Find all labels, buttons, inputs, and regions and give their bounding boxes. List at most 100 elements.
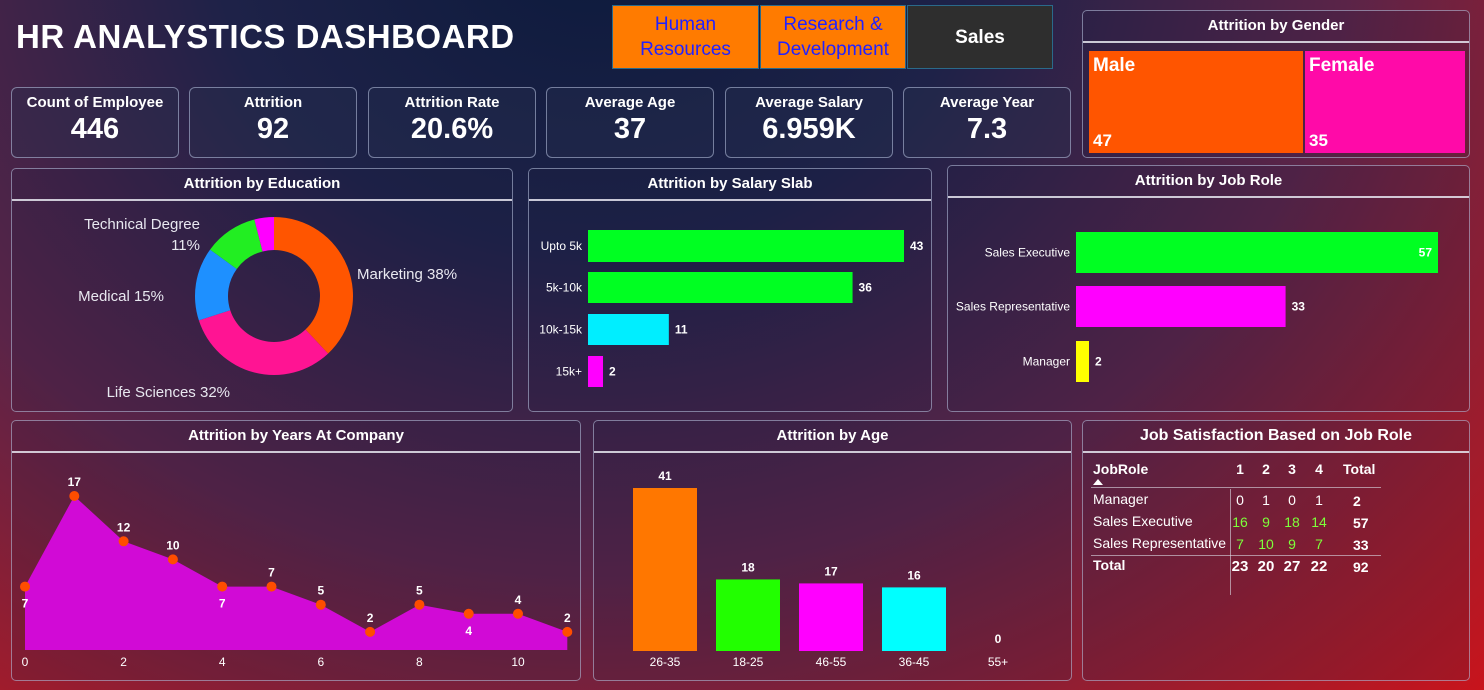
salary-bar [588, 272, 853, 303]
data-label: 4 [465, 624, 472, 638]
matrix-total-label: Total [1093, 557, 1126, 573]
x-tick-label: 8 [416, 655, 423, 669]
bar-value-label: 57 [1419, 246, 1433, 260]
data-label: 10 [166, 538, 180, 552]
area-marker [217, 581, 228, 592]
slicer-label: Human Resources [640, 14, 731, 60]
matrix-header-jobrole[interactable]: JobRole [1093, 461, 1148, 477]
sort-ascending-icon[interactable] [1093, 479, 1103, 485]
kpi-label: Average Year [939, 94, 1035, 111]
matrix-total-cell: 20 [1257, 558, 1275, 575]
gender-value: 35 [1309, 131, 1328, 150]
matrix-row-label[interactable]: Sales Executive [1093, 513, 1193, 529]
area-marker [118, 536, 129, 547]
x-tick-label: 0 [22, 655, 29, 669]
matrix-cell: 7 [1315, 536, 1323, 552]
matrix-cell: 9 [1288, 536, 1296, 552]
bar-category-label: Manager [1023, 355, 1070, 369]
kpi-label: Count of Employee [26, 94, 164, 111]
matrix-header-total[interactable]: Total [1343, 461, 1375, 477]
gender-panel: Attrition by Gender Male 47 Female 35 [1082, 10, 1470, 158]
kpi-value: 37 [613, 113, 647, 145]
gender-label: Female [1309, 55, 1375, 76]
slicer-sales[interactable]: Sales [907, 5, 1053, 69]
donut-slice [198, 310, 329, 375]
donut-slice [274, 217, 353, 354]
kpi-label: Average Age [584, 94, 676, 111]
bar-value-label: 18 [741, 560, 755, 574]
slicer-label: Sales [955, 26, 1005, 48]
panel-title: Attrition by Salary Slab [529, 169, 931, 201]
area-marker [463, 608, 474, 619]
kpi-attrition-rate: Attrition Rate 20.6% [368, 87, 536, 158]
matrix-total-divider [1091, 555, 1381, 556]
slicer-human-resources[interactable]: Human Resources [612, 5, 759, 69]
matrix-header-score[interactable]: 3 [1284, 461, 1300, 477]
salary-bar [588, 230, 904, 262]
bar-value-label: 33 [1292, 300, 1306, 314]
salary-bar [588, 314, 669, 345]
age-bar-chart: 41 26-35 18 18-25 17 46-55 16 36-45 0 55+ [633, 469, 1008, 669]
matrix-cell: 0 [1236, 492, 1244, 508]
kpi-value: 20.6% [410, 113, 494, 145]
bar-value-label: 41 [658, 469, 672, 483]
kpi-average-year: Average Year 7.3 [903, 87, 1071, 158]
bar-value-label: 17 [824, 564, 838, 578]
area-marker [365, 626, 376, 637]
area-marker [69, 490, 80, 501]
kpi-value: 6.959K [762, 113, 856, 145]
matrix-cell: 10 [1258, 536, 1274, 552]
gender-tile-male[interactable]: Male 47 [1089, 51, 1303, 153]
bar-category-label: 18-25 [733, 655, 764, 669]
data-label: 12 [117, 520, 131, 534]
kpi-count-of-employee: Count of Employee 446 [11, 87, 179, 158]
kpi-label: Average Salary [755, 94, 863, 111]
data-label: 4 [515, 593, 522, 607]
age-bar [799, 583, 863, 651]
panel-title: Job Satisfaction Based on Job Role [1083, 421, 1469, 453]
data-label: 7 [22, 597, 29, 611]
x-tick-label: 4 [219, 655, 226, 669]
matrix-header-score[interactable]: 1 [1232, 461, 1248, 477]
bar-category-label: Upto 5k [541, 239, 583, 253]
age-bar [716, 579, 780, 651]
matrix-total-cell: 23 [1231, 558, 1249, 575]
satisfaction-panel: Job Satisfaction Based on Job Role JobRo… [1082, 420, 1470, 681]
matrix-cell: 1 [1262, 492, 1270, 508]
salary-bar [588, 356, 603, 387]
jobrole-bar [1076, 341, 1089, 382]
salary-bar-chart: Upto 5k 43 5k-10k 36 10k-15k 11 15k+ 2 [539, 230, 924, 387]
matrix-header-divider [1091, 487, 1381, 488]
matrix-cell: 0 [1288, 492, 1296, 508]
matrix-cell: 16 [1232, 514, 1248, 530]
area-marker [562, 626, 573, 637]
jobrole-bar-chart: Sales Executive 57 Sales Representative 33 M… [956, 232, 1438, 382]
matrix-total-cell: 27 [1283, 558, 1301, 575]
x-tick-label: 10 [511, 655, 525, 669]
bar-value-label: 11 [675, 323, 688, 337]
x-tick-label: 6 [317, 655, 324, 669]
data-label: 5 [317, 584, 324, 598]
matrix-row-label[interactable]: Sales Representative [1093, 535, 1226, 551]
matrix-header-score[interactable]: 4 [1311, 461, 1327, 477]
x-tick-label: 2 [120, 655, 127, 669]
area-marker [315, 599, 326, 610]
matrix-row-total: 57 [1353, 515, 1369, 531]
gender-tile-female[interactable]: Female 35 [1305, 51, 1465, 153]
slicer-research-development[interactable]: Research & Development [760, 5, 906, 69]
data-label: 7 [268, 566, 275, 580]
dashboard-title: HR ANALYSTICS DASHBOARD [16, 18, 515, 55]
bar-category-label: 5k-10k [546, 281, 583, 295]
panel-title: Attrition by Job Role [948, 166, 1469, 198]
slice-label: Life Sciences 32% [107, 384, 230, 401]
kpi-label: Attrition Rate [404, 94, 500, 111]
matrix-header-score[interactable]: 2 [1258, 461, 1274, 477]
bar-value-label: 43 [910, 239, 924, 253]
area-marker [20, 581, 30, 592]
matrix-row-total: 33 [1353, 537, 1369, 553]
matrix-row-label[interactable]: Manager [1093, 491, 1148, 507]
bar-category-label: 55+ [988, 655, 1008, 669]
bar-value-label: 36 [859, 281, 873, 295]
matrix-row-total: 2 [1353, 493, 1361, 509]
age-panel: Attrition by Age 41 26-35 18 18-25 17 46-55 16… [593, 420, 1072, 681]
